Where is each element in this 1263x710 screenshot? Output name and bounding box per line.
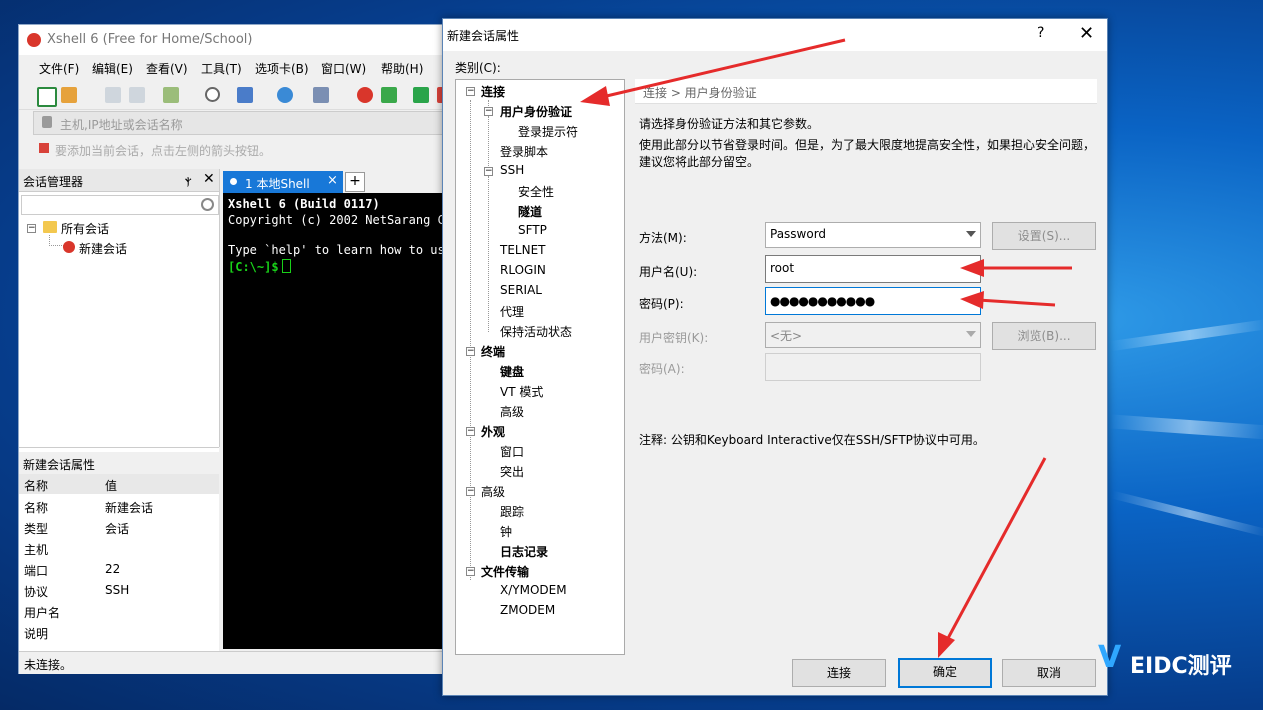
arrow-to-authentication: [597, 38, 846, 100]
watermark-mark: V: [1098, 640, 1122, 675]
arrow-to-ok: [944, 457, 1047, 643]
annotation-arrows: [580, 38, 1072, 658]
arrowhead-icon: [960, 259, 984, 277]
watermark-logo: V EIDC测评: [1098, 640, 1258, 680]
arrow-to-password: [977, 298, 1056, 307]
arrowhead-icon: [938, 632, 955, 658]
arrowhead-icon: [580, 86, 610, 106]
arrowhead-icon: [960, 291, 984, 309]
watermark-text: EIDC测评: [1130, 654, 1232, 679]
